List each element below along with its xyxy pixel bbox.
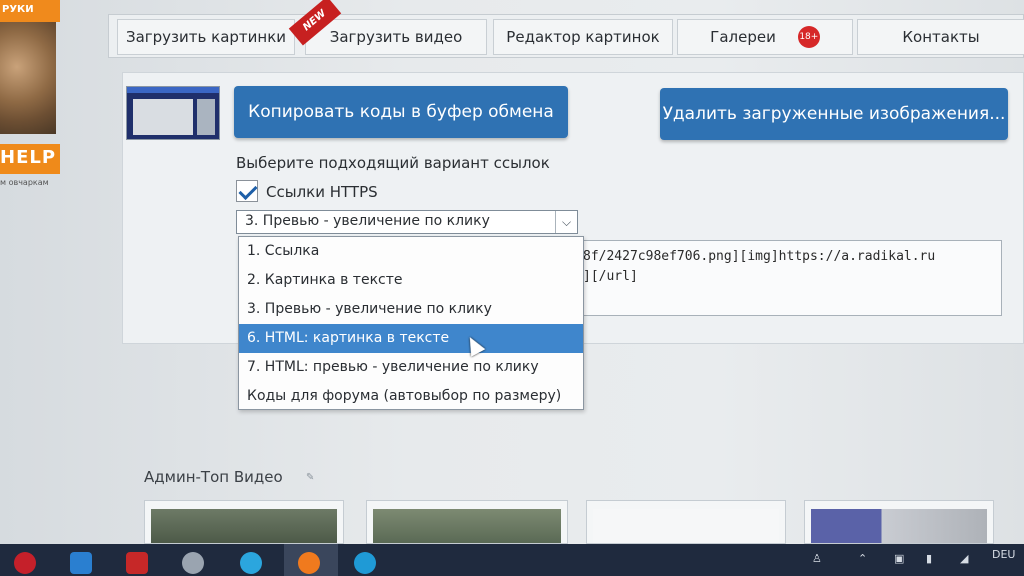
edit-pencil-icon[interactable]: ✎ xyxy=(306,472,314,484)
https-label: Ссылки HTTPS xyxy=(266,183,378,201)
language-indicator[interactable]: DEU xyxy=(992,548,1015,561)
main-nav: Загрузить картинки Загрузить видео Редак… xyxy=(108,14,1024,58)
admin-top-video-title: Админ-Топ Видео xyxy=(144,468,283,486)
dropdown-option[interactable]: 3. Превью - увеличение по клику xyxy=(239,295,583,324)
acrobat-icon[interactable] xyxy=(126,552,148,574)
video-thumbnail-image xyxy=(151,509,337,543)
delete-images-button[interactable]: Удалить загруженные изображения... xyxy=(660,88,1008,140)
choose-link-label: Выберите подходящий вариант ссылок xyxy=(236,154,550,172)
dropdown-option[interactable]: 1. Ссылка xyxy=(239,237,583,266)
video-thumbnail-image xyxy=(593,509,779,543)
opera-icon[interactable] xyxy=(14,552,36,574)
ad-subtext: м овчаркам xyxy=(0,178,49,187)
link-type-select[interactable]: 3. Превью - увеличение по клику ⌵ xyxy=(236,210,578,234)
copy-codes-button[interactable]: Копировать коды в буфер обмена xyxy=(234,86,568,138)
uploaded-image-thumbnail[interactable] xyxy=(126,86,220,140)
wifi-icon[interactable]: ◢ xyxy=(960,552,968,565)
nav-contacts-label: Контакты xyxy=(902,28,980,46)
https-checkbox[interactable] xyxy=(236,180,258,202)
nav-image-editor-label: Редактор картинок xyxy=(506,28,660,46)
battery-icon[interactable]: ▮ xyxy=(926,552,932,565)
skype-icon[interactable] xyxy=(240,552,262,574)
video-thumbnail[interactable] xyxy=(366,500,568,544)
code-line-1: 8f/2427c98ef706.png][img]https://a.radik… xyxy=(583,249,936,264)
dropdown-option[interactable]: 7. HTML: превью - увеличение по клику xyxy=(239,353,583,382)
side-advertisement[interactable]: РУКИ HELP м овчаркам xyxy=(0,0,60,190)
nav-image-editor[interactable]: Редактор картинок xyxy=(493,19,673,55)
nav-galleries-label: Галереи xyxy=(710,28,776,46)
video-thumbnail[interactable] xyxy=(144,500,344,544)
paint-icon[interactable] xyxy=(182,552,204,574)
edge-icon[interactable] xyxy=(354,552,376,574)
code-line-2: ][/url] xyxy=(583,269,638,284)
thumbnail-pane xyxy=(133,99,193,135)
nav-contacts[interactable]: Контакты xyxy=(857,19,1024,55)
firefox-icon[interactable] xyxy=(298,552,320,574)
thumbnail-titlebar xyxy=(127,87,219,93)
dropdown-option[interactable]: 2. Картинка в тексте xyxy=(239,266,583,295)
dropdown-option[interactable]: Коды для форума (автовыбор по размеру) xyxy=(239,382,583,411)
meet-icon[interactable]: ▣ xyxy=(894,552,904,565)
thumbnail-sidepane xyxy=(197,99,215,135)
dropdown-option-selected[interactable]: 6. HTML: картинка в тексте xyxy=(239,324,583,353)
ad-top-text: РУКИ xyxy=(0,0,60,22)
ad-dog-photo xyxy=(0,22,56,134)
link-type-dropdown: 1. Ссылка 2. Картинка в тексте 3. Превью… xyxy=(238,236,584,410)
video-thumbnail[interactable] xyxy=(586,500,786,544)
browser-page: РУКИ HELP м овчаркам Загрузить картинки … xyxy=(0,0,1024,544)
mail-icon[interactable] xyxy=(70,552,92,574)
chevron-up-icon[interactable]: ⌃ xyxy=(858,552,867,565)
nav-galleries[interactable]: Галереи 18+ xyxy=(677,19,853,55)
link-type-select-value: 3. Превью - увеличение по клику xyxy=(245,213,490,229)
codes-textarea[interactable]: 8f/2427c98ef706.png][img]https://a.radik… xyxy=(578,240,1002,316)
nav-upload-video[interactable]: Загрузить видео xyxy=(305,19,487,55)
video-thumbnail[interactable] xyxy=(804,500,994,544)
nav-upload-video-label: Загрузить видео xyxy=(329,28,463,46)
video-thumbnail-image xyxy=(811,509,987,543)
windows-taskbar xyxy=(0,544,1024,576)
nav-upload-images-label: Загрузить картинки xyxy=(125,28,287,46)
video-thumbnail-image xyxy=(373,509,561,543)
people-icon[interactable]: ♙ xyxy=(812,552,822,565)
ad-help-text: HELP xyxy=(0,144,60,174)
nav-upload-images[interactable]: Загрузить картинки xyxy=(117,19,295,55)
chevron-down-icon[interactable]: ⌵ xyxy=(555,211,577,233)
age-badge: 18+ xyxy=(797,26,820,48)
